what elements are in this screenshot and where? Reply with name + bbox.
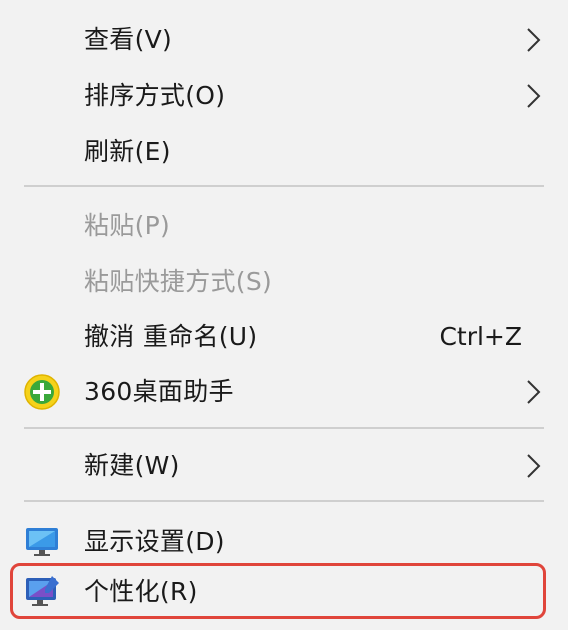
menu-item-new[interactable]: 新建(W) (0, 440, 568, 492)
menu-separator (24, 427, 544, 429)
menu-item-360-desktop-assistant[interactable]: 360桌面助手 (0, 366, 568, 418)
menu-item-view[interactable]: 查看(V) (0, 14, 568, 66)
menu-item-personalize[interactable]: 个性化(R) (0, 566, 568, 618)
360-plus-icon (24, 374, 60, 410)
shortcut-text: Ctrl+Z (439, 322, 522, 351)
menu-item-paste: 粘贴(P) (0, 200, 568, 252)
menu-separator (24, 500, 544, 502)
menu-item-label: 新建(W) (84, 451, 180, 480)
menu-item-label: 粘贴快捷方式(S) (84, 267, 273, 296)
chevron-right-icon (527, 84, 541, 108)
menu-item-refresh[interactable]: 刷新(E) (0, 126, 568, 178)
context-menu: 查看(V) 排序方式(O) 刷新(E) 粘贴(P) 粘贴快捷方式(S) 撤消 重… (0, 0, 568, 630)
display-settings-icon (26, 528, 58, 556)
menu-item-label: 刷新(E) (84, 137, 171, 166)
menu-item-undo-rename[interactable]: 撤消 重命名(U) Ctrl+Z (0, 311, 568, 363)
chevron-right-icon (527, 454, 541, 478)
chevron-right-icon (527, 380, 541, 404)
menu-item-label: 查看(V) (84, 25, 173, 54)
menu-item-label: 个性化(R) (84, 577, 198, 606)
menu-item-display-settings[interactable]: 显示设置(D) (0, 516, 568, 568)
menu-item-paste-shortcut: 粘贴快捷方式(S) (0, 256, 568, 308)
personalize-icon (26, 576, 59, 606)
menu-separator (24, 185, 544, 187)
chevron-right-icon (527, 28, 541, 52)
menu-item-label: 360桌面助手 (84, 377, 234, 406)
menu-item-label: 粘贴(P) (84, 211, 171, 240)
menu-item-label: 撤消 重命名(U) (84, 322, 258, 351)
menu-item-label: 显示设置(D) (84, 527, 225, 556)
menu-item-label: 排序方式(O) (84, 81, 226, 110)
menu-item-sort-by[interactable]: 排序方式(O) (0, 70, 568, 122)
